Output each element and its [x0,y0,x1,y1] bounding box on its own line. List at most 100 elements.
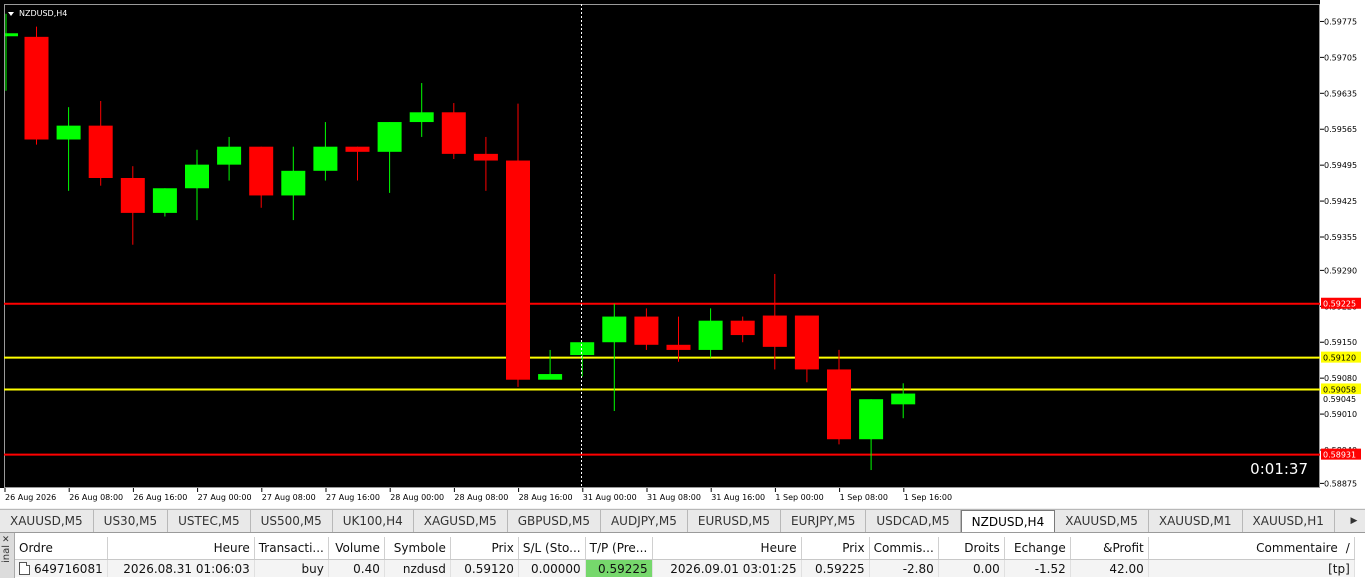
cell-value: nzdusd [402,561,446,576]
column-header[interactable]: Prix [801,537,870,560]
candle-body [441,112,466,154]
column-header[interactable]: Prix [450,537,519,560]
cell-value: [tp] [1328,561,1350,576]
tab-xauusd-h1[interactable]: XAUUSD,H1 [1243,510,1335,532]
column-header[interactable]: T/P (Pre... [585,537,653,560]
candle-body [185,164,209,189]
cell-value: 0.59225 [815,561,865,576]
tab-xauusd-m5[interactable]: XAUUSD,M5 [1055,510,1149,532]
column-header[interactable]: &Profit [1070,537,1149,560]
table-cell: 2026.08.31 01:06:03 [107,559,255,577]
price-tick-label: 0.59150 [1324,338,1357,347]
terminal-vertical-label: inal [1,544,12,563]
bar-countdown-timer: 0:01:37 [1250,460,1308,478]
column-header[interactable]: Commis... [869,537,939,560]
time-tick-label: 1 Sep 08:00 [840,493,888,502]
column-header-label: Volume [335,541,380,555]
tab-xagusd-m5[interactable]: XAGUSD,M5 [414,510,508,532]
history-table: Ordre Heure Transacti... Volume Symbole Prix S… [15,537,1355,577]
table-cell: 649716081 [15,559,108,577]
column-header-label: Droits [964,541,1000,555]
candle-body [24,36,49,140]
candle-body [120,177,145,213]
column-header[interactable]: Heure [107,537,255,560]
column-header-label: Commentaire [1256,541,1338,555]
tab-uk100-h4[interactable]: UK100,H4 [333,510,414,532]
time-tick-label: 1 Sep 00:00 [775,493,823,502]
price-tick-label: 0.59290 [1324,266,1357,275]
price-tick-label: 0.59355 [1324,233,1357,242]
candle-body [506,160,530,380]
table-cell: 2026.09.01 03:01:25 [652,559,802,577]
column-header[interactable]: Transacti... [254,537,329,560]
table-cell: 0.00 [938,559,1005,577]
table-cell: -1.52 [1004,559,1071,577]
time-tick-label: 26 Aug 16:00 [133,493,187,502]
table-row[interactable]: 649716081 2026.08.31 01:06:03 buy 0.40 nzdus… [15,559,1355,577]
column-header[interactable]: Ordre [15,537,108,560]
column-header[interactable]: Volume [328,537,385,560]
column-header[interactable]: S/L (Sto... [518,537,586,560]
tab-nzdusd-h4[interactable]: NZDUSD,H4 [960,510,1056,532]
tab-audjpy-m5[interactable]: AUDJPY,M5 [601,510,688,532]
price-tag-label: 0.59045 [1323,395,1356,404]
time-tick-label: 31 Aug 00:00 [583,493,637,502]
tab-usdcad-m5[interactable]: USDCAD,M5 [866,510,961,532]
column-header-label: Echange [1014,541,1066,555]
chart-window[interactable]: 0.59775 0.59705 0.59635 0.59565 0.59495 0.594… [0,0,1365,508]
tab-ustec-m5[interactable]: USTEC,M5 [168,510,251,532]
cell-value: buy [301,561,324,576]
table-cell: nzdusd [384,559,451,577]
candle-body [5,33,18,37]
table-header: Ordre Heure Transacti... Volume Symbole Prix S… [15,537,1355,560]
tab-xauusd-m1[interactable]: XAUUSD,M1 [1149,510,1243,532]
candle-body [88,125,113,178]
tab-eurjpy-m5[interactable]: EURJPY,M5 [781,510,867,532]
column-header[interactable]: Commentaire / [1148,537,1355,560]
candle-body [794,315,819,370]
level-price-label-open: 0.59120 [1323,354,1356,363]
time-tick-label: 27 Aug 00:00 [198,493,252,502]
column-header[interactable]: Symbole [384,537,451,560]
tab-us30-m5[interactable]: US30,M5 [94,510,169,532]
column-header[interactable]: Droits [938,537,1005,560]
table-cell: 0.40 [328,559,385,577]
terminal-side-bar: ✕ inal [0,533,15,578]
cell-value: 2026.08.31 01:06:03 [123,561,250,576]
table-cell: 0.59225 [585,559,653,577]
table-cell: -2.80 [869,559,939,577]
column-header[interactable]: Echange [1004,537,1071,560]
time-tick-label: 28 Aug 16:00 [519,493,573,502]
close-icon[interactable]: ✕ [2,535,10,545]
column-header-label: T/P (Pre... [589,541,648,555]
column-header-label: Ordre [19,541,53,555]
candle-body [891,393,916,405]
candle-body [345,146,370,152]
cell-value: 2026.09.01 03:01:25 [670,561,797,576]
price-tick-label: 0.59425 [1324,197,1357,206]
tab-scroll-right-icon[interactable]: ▶ [1343,510,1365,532]
plot-background [0,0,1320,488]
candle-body [570,342,595,356]
tab-us500-m5[interactable]: US500,M5 [251,510,333,532]
price-tick-label: 0.59565 [1324,125,1357,134]
candle-body [859,399,884,440]
tab-gbpusd-m5[interactable]: GBPUSD,M5 [508,510,601,532]
candle-body [56,125,81,140]
candle-body [217,146,242,165]
price-axis-background [1320,0,1365,508]
column-header-label: Transacti... [258,541,324,555]
level-price-label-bid-low: 0.58931 [1323,451,1356,460]
tab-eurusd-m5[interactable]: EURUSD,M5 [688,510,782,532]
column-header[interactable]: Heure [652,537,802,560]
cell-value: -1.52 [1034,561,1066,576]
candle-body [698,320,723,350]
time-tick-label: 31 Aug 16:00 [711,493,765,502]
tab-xauusd-m5[interactable]: XAUUSD,M5 [0,510,94,532]
cell-value: 0.40 [353,561,380,576]
price-chart[interactable]: 0.59775 0.59705 0.59635 0.59565 0.59495 0.594… [0,0,1365,508]
column-header-label: Heure [213,541,250,555]
time-tick-label: 28 Aug 00:00 [390,493,444,502]
column-header-label: Heure [760,541,797,555]
candle-body [377,122,402,152]
